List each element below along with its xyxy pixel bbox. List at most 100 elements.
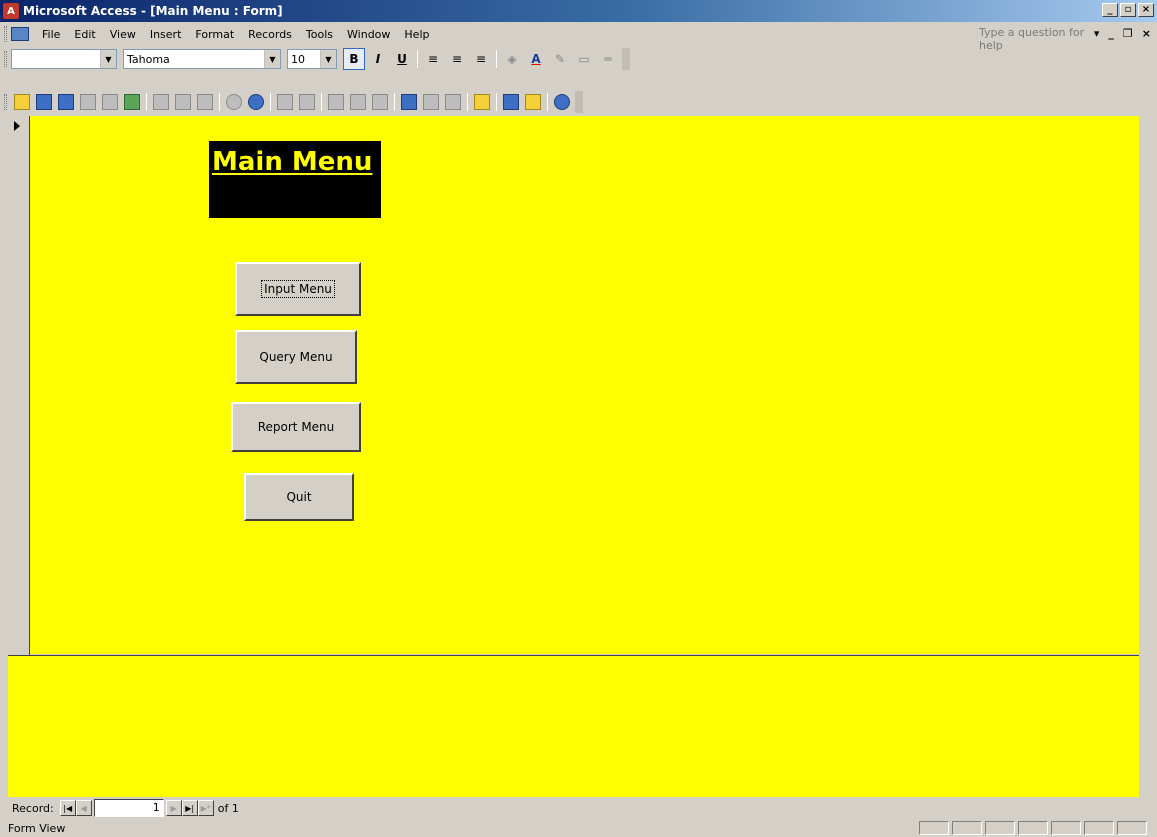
quit-button[interactable]: Quit: [244, 473, 354, 521]
align-left-icon[interactable]: ≡: [422, 48, 444, 70]
view-design-icon[interactable]: [14, 94, 30, 110]
border-style-icon[interactable]: ▭: [573, 48, 595, 70]
undo-icon[interactable]: [226, 94, 242, 110]
print-preview-icon[interactable]: [102, 94, 118, 110]
insert-hyperlink-icon[interactable]: [248, 94, 264, 110]
menu-format[interactable]: Format: [188, 28, 241, 41]
toolbar-options-icon[interactable]: [575, 91, 583, 113]
close-button[interactable]: ×: [1138, 3, 1154, 17]
sort-ascending-icon[interactable]: [277, 94, 293, 110]
toolbar-grip[interactable]: [4, 51, 7, 67]
window-controls: _ ▫ ×: [1102, 3, 1154, 17]
report-menu-label: Report Menu: [257, 420, 335, 434]
main-menu-heading: Main Menu: [212, 147, 373, 177]
menu-view[interactable]: View: [103, 28, 143, 41]
menu-window[interactable]: Window: [340, 28, 397, 41]
filter-by-selection-icon[interactable]: [328, 94, 344, 110]
title-bar: A Microsoft Access - [Main Menu : Form] …: [0, 0, 1157, 22]
form-detail-section: Main Menu Input Menu Query Menu Report M…: [30, 116, 1139, 654]
status-pane: [919, 821, 949, 835]
toolbar-separator: [270, 93, 271, 111]
apply-filter-icon[interactable]: [372, 94, 388, 110]
toolbar-separator: [219, 93, 220, 111]
menu-help[interactable]: Help: [397, 28, 436, 41]
bold-button[interactable]: B: [343, 48, 365, 70]
input-menu-button[interactable]: Input Menu: [235, 262, 361, 316]
properties-icon[interactable]: [474, 94, 490, 110]
line-width-icon[interactable]: ═: [597, 48, 619, 70]
record-count-text: of 1: [217, 801, 239, 815]
menu-tools[interactable]: Tools: [299, 28, 340, 41]
first-record-button[interactable]: |◀: [59, 800, 76, 816]
query-menu-label: Query Menu: [259, 350, 333, 364]
paste-icon[interactable]: [197, 94, 213, 110]
save-icon[interactable]: [36, 94, 52, 110]
font-name-combo[interactable]: Tahoma ▼: [123, 49, 281, 69]
line-color-icon[interactable]: ✎: [549, 48, 571, 70]
record-label: Record:: [12, 801, 54, 815]
new-record-icon[interactable]: [423, 94, 439, 110]
access-app-icon[interactable]: A: [3, 3, 19, 19]
record-number-field[interactable]: 1: [93, 799, 164, 817]
toolbar-grip[interactable]: [4, 94, 7, 110]
toolbar-grip[interactable]: [4, 26, 7, 42]
status-bar: Form View: [0, 819, 1157, 837]
chevron-down-icon[interactable]: ▼: [264, 50, 280, 68]
toolbar-separator: [496, 93, 497, 111]
minimize-button[interactable]: _: [1102, 3, 1118, 17]
sort-descending-icon[interactable]: [299, 94, 315, 110]
new-record-button[interactable]: ▶*: [197, 800, 214, 816]
form-footer-section: [8, 655, 1139, 797]
fill-color-icon[interactable]: ◈: [501, 48, 523, 70]
doc-minimize-icon[interactable]: _: [1108, 27, 1114, 40]
status-pane: [1051, 821, 1081, 835]
align-right-icon[interactable]: ≡: [470, 48, 492, 70]
filter-by-form-icon[interactable]: [350, 94, 366, 110]
last-record-button[interactable]: ▶|: [181, 800, 198, 816]
font-size-value: 10: [291, 52, 305, 66]
status-pane: [1084, 821, 1114, 835]
cut-icon[interactable]: [153, 94, 169, 110]
current-record-icon: [14, 121, 20, 131]
database-window-icon[interactable]: [503, 94, 519, 110]
record-selector[interactable]: [8, 116, 30, 655]
record-navigation-bar: Record: |◀ ◀ 1 ▶ ▶| ▶* of 1: [8, 797, 1139, 819]
report-menu-button[interactable]: Report Menu: [231, 402, 361, 452]
find-icon[interactable]: [401, 94, 417, 110]
form-document-icon[interactable]: [11, 27, 29, 41]
file-search-icon[interactable]: [58, 94, 74, 110]
previous-record-button[interactable]: ◀: [75, 800, 92, 816]
object-combo[interactable]: ▼: [11, 49, 117, 69]
menu-records[interactable]: Records: [241, 28, 299, 41]
doc-dropdown-icon[interactable]: ▾: [1094, 27, 1100, 40]
font-size-combo[interactable]: 10 ▼: [287, 49, 337, 69]
copy-icon[interactable]: [175, 94, 191, 110]
spelling-icon[interactable]: [124, 94, 140, 110]
menu-insert[interactable]: Insert: [143, 28, 189, 41]
print-icon[interactable]: [80, 94, 96, 110]
menu-edit[interactable]: Edit: [67, 28, 102, 41]
new-object-icon[interactable]: [525, 94, 541, 110]
toolbar-separator: [146, 93, 147, 111]
toolbar-options-icon[interactable]: [622, 48, 630, 70]
toolbar-separator: [467, 93, 468, 111]
delete-record-icon[interactable]: [445, 94, 461, 110]
next-record-button[interactable]: ▶: [165, 800, 182, 816]
align-center-icon[interactable]: ≡: [446, 48, 468, 70]
menu-file[interactable]: File: [35, 28, 67, 41]
font-color-icon[interactable]: A: [525, 48, 547, 70]
help-question-input[interactable]: Type a question for help: [979, 26, 1109, 52]
document-window-controls: ▾ _ ❐ ×: [1094, 27, 1151, 40]
toolbar-separator: [417, 50, 418, 68]
chevron-down-icon[interactable]: ▼: [100, 50, 116, 68]
help-icon[interactable]: [554, 94, 570, 110]
restore-button[interactable]: ▫: [1120, 3, 1136, 17]
status-pane: [1117, 821, 1147, 835]
doc-close-icon[interactable]: ×: [1142, 27, 1151, 40]
chevron-down-icon[interactable]: ▼: [320, 50, 336, 68]
italic-button[interactable]: I: [367, 48, 389, 70]
query-menu-button[interactable]: Query Menu: [235, 330, 357, 384]
status-pane: [1018, 821, 1048, 835]
doc-restore-icon[interactable]: ❐: [1123, 27, 1133, 40]
underline-button[interactable]: U: [391, 48, 413, 70]
